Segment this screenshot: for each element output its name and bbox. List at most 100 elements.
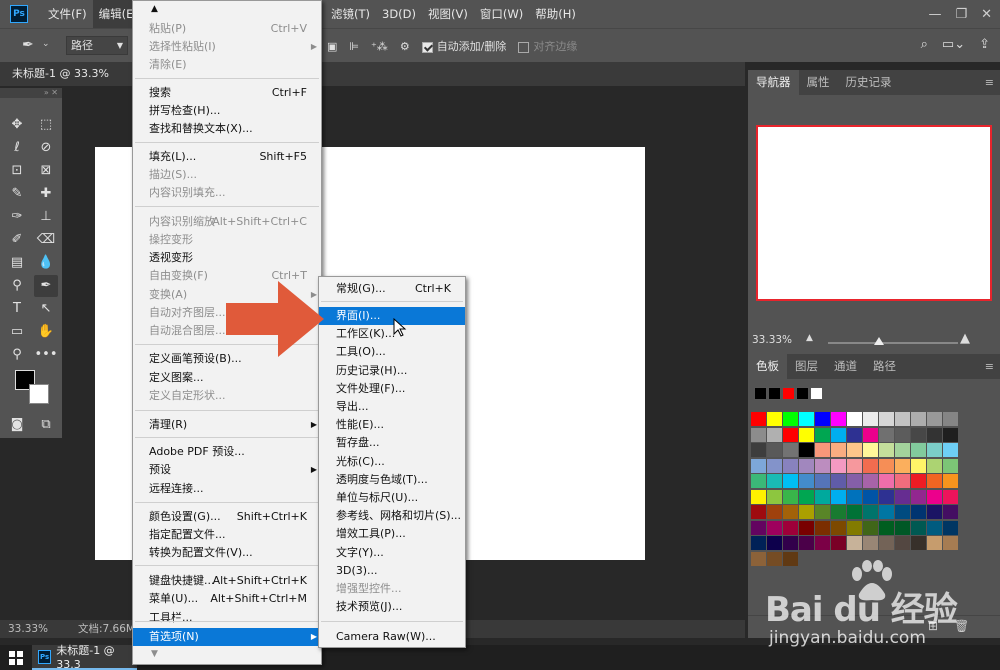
lasso-tool-icon[interactable]: ℓ bbox=[5, 137, 29, 159]
color-swatch[interactable] bbox=[863, 412, 878, 426]
more-tools-icon[interactable]: ••• bbox=[34, 344, 58, 366]
color-swatch[interactable] bbox=[783, 458, 798, 473]
panel-menu-icon[interactable]: ≡ bbox=[985, 354, 994, 379]
color-swatch[interactable] bbox=[847, 427, 862, 442]
color-swatch[interactable] bbox=[895, 520, 910, 535]
color-swatch[interactable] bbox=[927, 443, 942, 457]
color-swatch[interactable] bbox=[751, 505, 766, 519]
color-swatch[interactable] bbox=[815, 505, 830, 519]
color-swatch[interactable] bbox=[783, 505, 798, 519]
close-icon[interactable]: ✕ bbox=[981, 7, 992, 22]
navigator-preview[interactable] bbox=[756, 125, 992, 301]
zoom-tool-icon[interactable]: ⚲ bbox=[5, 344, 29, 366]
color-swatch[interactable] bbox=[831, 520, 846, 535]
preferences-menu-item[interactable]: 常规(G)... Ctrl+K bbox=[319, 280, 465, 298]
color-swatch[interactable] bbox=[767, 474, 782, 488]
color-swatch[interactable] bbox=[895, 489, 910, 504]
eyedropper-tool-icon[interactable]: ✎ bbox=[5, 183, 29, 205]
color-swatch[interactable] bbox=[863, 474, 878, 488]
eraser-tool-icon[interactable]: ⌫ bbox=[34, 229, 58, 251]
color-swatch[interactable] bbox=[831, 412, 846, 426]
color-swatch[interactable] bbox=[783, 536, 798, 550]
navigator-zoom-slider[interactable] bbox=[828, 342, 958, 344]
color-swatch[interactable] bbox=[943, 520, 958, 535]
windows-start-icon[interactable] bbox=[9, 651, 23, 665]
color-swatch[interactable] bbox=[783, 443, 798, 457]
share-icon[interactable]: ⇪ bbox=[979, 37, 990, 52]
color-swatch[interactable] bbox=[815, 520, 830, 535]
color-swatch[interactable] bbox=[751, 474, 766, 488]
history-brush-tool-icon[interactable]: ✐ bbox=[5, 229, 29, 251]
rectangle-tool-icon[interactable]: ▭ bbox=[5, 321, 29, 343]
quick-mask-icon[interactable]: ◙ bbox=[5, 414, 29, 436]
color-swatch[interactable] bbox=[751, 412, 766, 426]
minimize-icon[interactable]: — bbox=[928, 7, 941, 22]
color-swatch[interactable] bbox=[783, 412, 798, 426]
auto-add-delete-checkbox[interactable]: 自动添加/删除 bbox=[421, 38, 506, 54]
color-swatch[interactable] bbox=[847, 443, 862, 457]
align-edges-checkbox[interactable]: 对齐边缘 bbox=[518, 38, 577, 54]
hand-tool-icon[interactable]: ✋ bbox=[34, 321, 58, 343]
color-swatch[interactable] bbox=[799, 536, 814, 550]
color-swatch[interactable] bbox=[751, 551, 766, 566]
color-swatch[interactable] bbox=[895, 427, 910, 442]
color-swatch[interactable] bbox=[863, 443, 878, 457]
quick-select-tool-icon[interactable]: ⊘ bbox=[34, 137, 58, 159]
edit-menu-item[interactable]: 描边(S)... bbox=[133, 166, 321, 184]
preferences-menu-item[interactable]: 单位与标尺(U)... bbox=[319, 489, 465, 507]
edit-menu-item[interactable]: 粘贴(P) Ctrl+V bbox=[133, 20, 321, 38]
color-swatch[interactable] bbox=[911, 443, 926, 457]
color-swatch[interactable] bbox=[879, 489, 894, 504]
color-swatch[interactable] bbox=[895, 412, 910, 426]
color-swatch[interactable] bbox=[943, 474, 958, 488]
edit-menu-item[interactable]: 内容识别填充... bbox=[133, 184, 321, 202]
color-swatch[interactable] bbox=[831, 536, 846, 550]
tab-layers[interactable]: 图层 bbox=[787, 354, 826, 379]
color-swatch[interactable] bbox=[911, 520, 926, 535]
preferences-menu-item[interactable]: 工具(O)... bbox=[319, 343, 465, 361]
menu-3d[interactable]: 3D(D) bbox=[376, 0, 422, 28]
color-swatch[interactable] bbox=[831, 458, 846, 473]
edit-menu-item[interactable]: 指定配置文件... bbox=[133, 526, 321, 544]
color-swatch[interactable] bbox=[815, 412, 830, 426]
marquee-tool-icon[interactable]: ⬚ bbox=[34, 114, 58, 136]
color-swatch[interactable] bbox=[847, 536, 862, 550]
color-swatch[interactable] bbox=[799, 505, 814, 519]
preferences-menu-item[interactable]: 文件处理(F)... bbox=[319, 380, 465, 398]
color-swatch[interactable] bbox=[767, 489, 782, 504]
edit-menu-item[interactable]: 填充(L)... Shift+F5 bbox=[133, 148, 321, 166]
type-tool-icon[interactable]: T bbox=[5, 298, 29, 320]
color-swatch[interactable] bbox=[815, 536, 830, 550]
edit-menu-item[interactable]: 操控变形 bbox=[133, 231, 321, 249]
edit-menu-item[interactable]: 工具栏... bbox=[133, 609, 321, 627]
gear-icon[interactable]: ⚙ bbox=[400, 40, 410, 53]
color-swatch[interactable] bbox=[799, 474, 814, 488]
color-swatch[interactable] bbox=[895, 443, 910, 457]
color-swatch[interactable] bbox=[895, 505, 910, 519]
color-swatch[interactable] bbox=[927, 427, 942, 442]
path-ops-icon[interactable]: ▣ bbox=[327, 40, 337, 53]
color-swatch[interactable] bbox=[751, 458, 766, 473]
color-swatch[interactable] bbox=[911, 474, 926, 488]
color-swatch[interactable] bbox=[847, 489, 862, 504]
menu-view[interactable]: 视图(V) bbox=[422, 0, 474, 28]
color-swatch[interactable] bbox=[879, 427, 894, 442]
edit-menu-item[interactable]: 查找和替换文本(X)... bbox=[133, 120, 321, 138]
color-swatch[interactable] bbox=[927, 412, 942, 426]
blur-tool-icon[interactable]: 💧 bbox=[34, 252, 58, 274]
color-swatch[interactable] bbox=[943, 458, 958, 473]
edit-menu-item[interactable]: 颜色设置(G)... Shift+Ctrl+K bbox=[133, 508, 321, 526]
color-swatch[interactable] bbox=[943, 489, 958, 504]
color-swatch[interactable] bbox=[783, 474, 798, 488]
color-swatch[interactable] bbox=[943, 443, 958, 457]
tab-swatches[interactable]: 色板 bbox=[748, 354, 787, 379]
background-color-swatch[interactable] bbox=[29, 384, 49, 404]
menu-help[interactable]: 帮助(H) bbox=[529, 0, 582, 28]
gradient-tool-icon[interactable]: ▤ bbox=[5, 252, 29, 274]
search-icon[interactable]: ⌕ bbox=[921, 37, 928, 52]
preferences-menu-item[interactable]: 界面(I)... bbox=[319, 307, 465, 325]
edit-menu-item[interactable]: 透视变形 bbox=[133, 249, 321, 267]
edit-menu-item[interactable]: 搜索 Ctrl+F bbox=[133, 84, 321, 102]
edit-menu-item[interactable]: 远程连接... bbox=[133, 480, 321, 498]
color-swatch[interactable] bbox=[799, 443, 814, 457]
